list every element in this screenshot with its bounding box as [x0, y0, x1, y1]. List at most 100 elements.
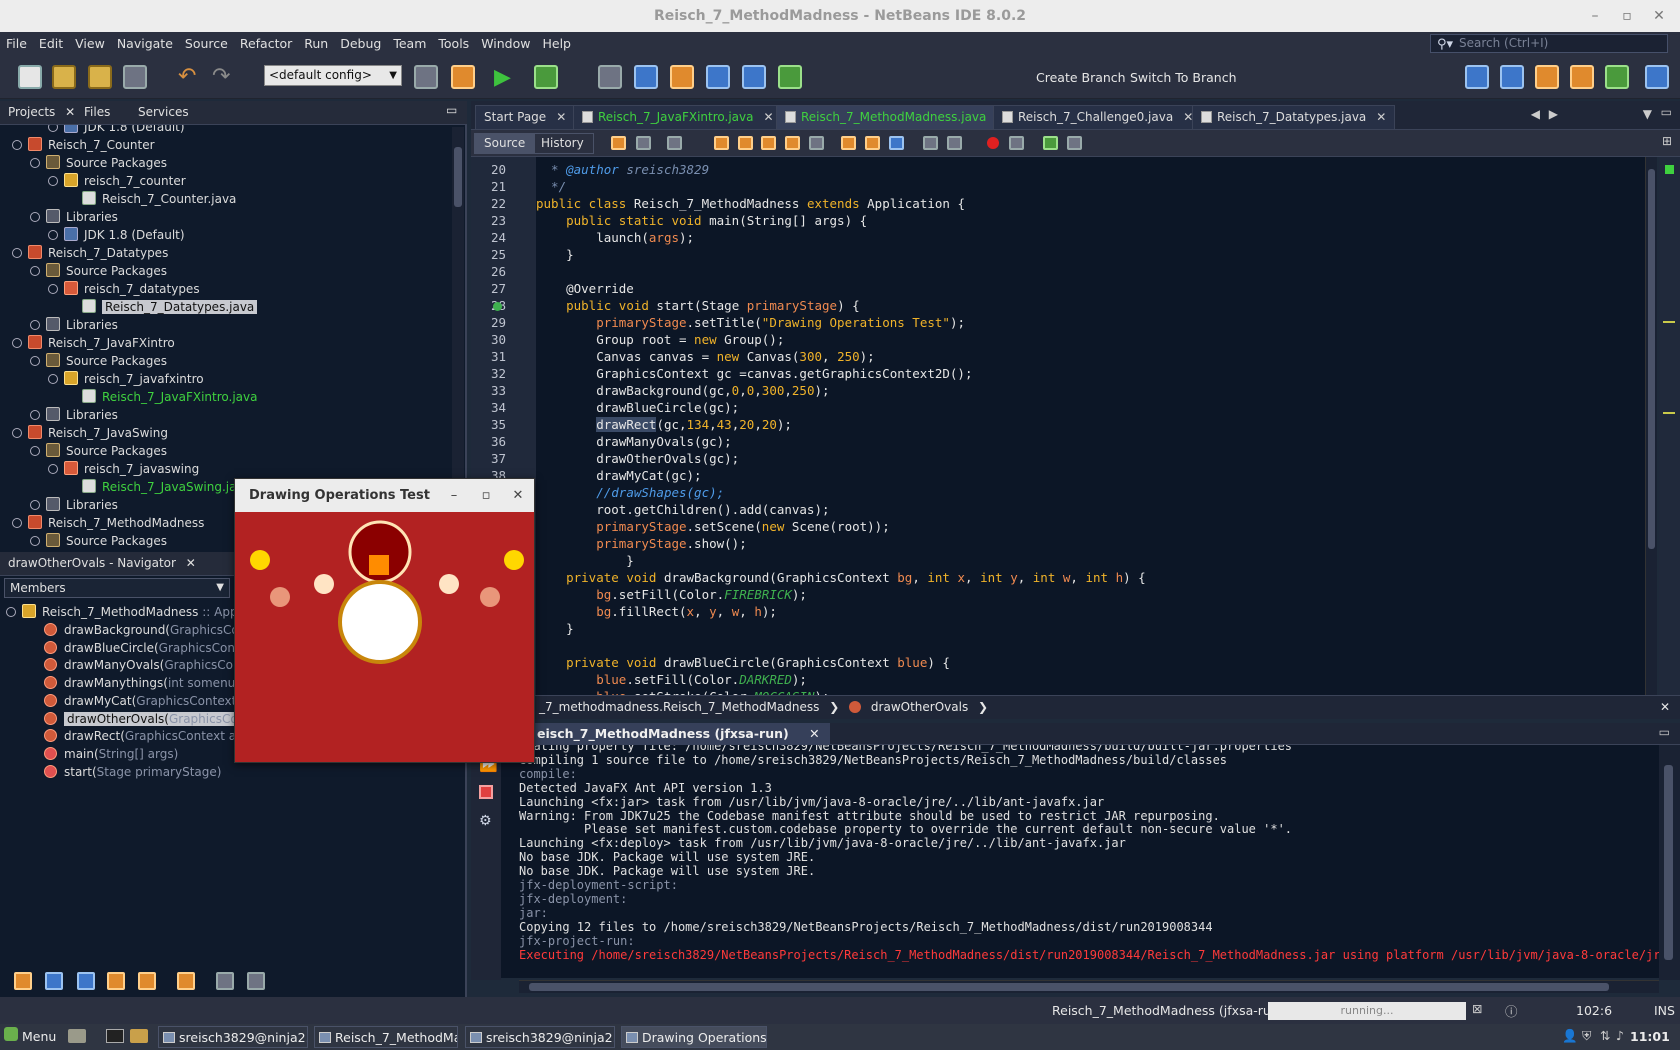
member-item[interactable]: drawOtherOvals(GraphicsCo [44, 710, 241, 728]
expand-toggle-icon[interactable] [12, 248, 22, 258]
volume-icon[interactable]: ♪ [1616, 1028, 1624, 1043]
expand-toggle-icon[interactable] [12, 140, 22, 150]
toggle-highlight-icon[interactable] [785, 136, 800, 150]
member-item[interactable]: drawManyOvals(GraphicsCon [44, 656, 241, 674]
tree-item[interactable]: Libraries [30, 496, 118, 514]
expand-toggle-icon[interactable] [30, 320, 40, 330]
tree-item[interactable]: Source Packages [30, 532, 167, 550]
expand-toggle-icon[interactable] [30, 212, 40, 222]
taskbar-item-drawing[interactable]: Drawing Operations... [621, 1026, 767, 1048]
breadcrumb-method[interactable]: drawOtherOvals [871, 700, 968, 714]
tree-item[interactable]: Source Packages [30, 442, 167, 460]
override-annotation-icon[interactable] [493, 302, 502, 311]
git-settings-icon[interactable] [1535, 65, 1559, 89]
menu-refactor[interactable]: Refactor [234, 32, 298, 56]
editor-tab[interactable]: Reisch_7_JavaFXintro.java ✕ [573, 105, 783, 129]
tree-item[interactable]: JDK 1.8 (Default) [48, 125, 185, 136]
git-push-icon[interactable] [742, 65, 766, 89]
sort-by-name-icon[interactable] [14, 972, 32, 990]
folder-icon[interactable] [130, 1029, 148, 1043]
git-pull-icon[interactable] [1605, 65, 1629, 89]
fx-maximize-button[interactable]: ▫ [476, 479, 496, 512]
menu-navigate[interactable]: Navigate [111, 32, 179, 56]
stop-macro-icon[interactable] [1009, 136, 1024, 150]
member-item[interactable]: drawBlueCircle(GraphicsCont [44, 639, 240, 657]
split-editor-icon[interactable]: ⊞ [1662, 134, 1672, 148]
breadcrumb-class[interactable]: _7_methodmadness.Reisch_7_MethodMadness [539, 700, 819, 714]
output-hscroll[interactable] [519, 980, 1659, 993]
editor-scrollbar[interactable] [1645, 157, 1657, 695]
toggle-bookmark-icon[interactable] [889, 136, 904, 150]
taskbar-item-netbeans[interactable]: Reisch_7_MethodMa... [314, 1026, 458, 1048]
members-filter-select[interactable]: Members ▼ [4, 578, 230, 598]
settings-icon[interactable]: ⚙ [479, 813, 492, 829]
tree-item[interactable]: Source Packages [30, 352, 167, 370]
run-icon[interactable]: ▶ [494, 65, 511, 90]
navigator-class-row[interactable]: Reisch_7_MethodMadness :: App [6, 603, 238, 621]
fx-close-button[interactable]: ✕ [508, 479, 528, 512]
member-item[interactable]: drawBackground(GraphicsCo [44, 621, 239, 639]
fx-minimize-button[interactable]: – [444, 479, 464, 512]
member-item[interactable]: drawManythings(int somenu [44, 674, 235, 692]
menu-debug[interactable]: Debug [334, 32, 387, 56]
show-non-public-icon[interactable] [107, 972, 125, 990]
git-log-icon[interactable] [778, 65, 802, 89]
close-icon[interactable]: ✕ [1376, 110, 1386, 124]
save-all-icon[interactable] [123, 65, 147, 89]
tab-list-icon[interactable]: ▼ [1643, 107, 1652, 121]
tree-item[interactable]: Libraries [30, 208, 118, 226]
tree-item[interactable]: reisch_7_javafxintro [48, 370, 204, 388]
profile-icon[interactable] [598, 65, 622, 89]
tree-item[interactable]: Reisch_7_Datatypes [12, 244, 168, 262]
create-branch-button[interactable]: Create Branch [1036, 70, 1126, 85]
tree-item[interactable]: Reisch_7_Counter.java [66, 190, 236, 208]
tree-item[interactable]: JDK 1.8 (Default) [48, 226, 185, 244]
expand-toggle-icon[interactable] [48, 464, 58, 474]
output-console[interactable]: pdating property file: /home/sreisch3829… [501, 745, 1659, 978]
inspect-icon[interactable] [634, 65, 658, 89]
tree-item[interactable]: Reisch_7_Datatypes.java [66, 298, 258, 316]
stop-icon[interactable] [479, 785, 493, 799]
forward-icon[interactable] [667, 136, 682, 150]
editor-tab[interactable]: Start Page ✕ [475, 105, 576, 129]
menu-run[interactable]: Run [298, 32, 334, 56]
show-static-icon[interactable] [77, 972, 95, 990]
back-icon[interactable] [636, 136, 651, 150]
show-inherited-icon[interactable] [138, 972, 156, 990]
new-file-icon[interactable] [18, 65, 42, 89]
git-add-icon[interactable] [1500, 65, 1524, 89]
expand-toggle-icon[interactable] [48, 125, 58, 132]
member-item[interactable]: drawMyCat(GraphicsContext [44, 692, 236, 710]
tree-item[interactable]: reisch_7_javaswing [48, 460, 199, 478]
expand-toggle-icon[interactable] [30, 500, 40, 510]
tree-item[interactable]: Reisch_7_JavaFXintro [12, 334, 175, 352]
git-merge-icon[interactable] [1570, 65, 1594, 89]
shift-right-icon[interactable] [947, 136, 962, 150]
tree-item[interactable]: Reisch_7_JavaSwing.ja [66, 478, 236, 496]
scroll-tabs-right-icon[interactable]: ▶ [1549, 107, 1558, 121]
tree-item[interactable]: Source Packages [30, 154, 167, 172]
comment-icon[interactable] [1043, 136, 1058, 150]
switch-branch-button[interactable]: Switch To Branch [1130, 70, 1237, 85]
member-item[interactable]: start(Stage primaryStage) [44, 763, 221, 781]
tab-navigator[interactable]: drawOtherOvals - Navigator ✕ [8, 556, 196, 570]
tree-item[interactable]: Libraries [30, 316, 118, 334]
tree-item[interactable]: Source Packages [30, 262, 167, 280]
editor-tab[interactable]: Reisch_7_Datatypes.java ✕ [1192, 105, 1396, 129]
expand-toggle-icon[interactable] [48, 374, 58, 384]
git-fetch-icon[interactable] [706, 65, 730, 89]
history-tab[interactable]: History [531, 133, 594, 154]
taskbar-item-terminal-2[interactable]: sreisch3829@ninja2... [465, 1026, 615, 1048]
expand-toggle-icon[interactable] [30, 356, 40, 366]
last-edit-icon[interactable] [611, 136, 626, 150]
clean-build-icon[interactable] [451, 65, 475, 89]
shield-icon[interactable]: ⛨ [1582, 1028, 1591, 1044]
drawing-operations-window[interactable]: Drawing Operations Test – ▫ ✕ [234, 478, 535, 763]
maximize-editor-icon[interactable]: ▭ [1661, 105, 1672, 119]
expand-toggle-icon[interactable] [30, 410, 40, 420]
sort-source-icon[interactable] [216, 972, 234, 990]
tree-item[interactable]: Reisch_7_MethodMadness [12, 514, 204, 532]
minimize-button[interactable]: – [1580, 0, 1610, 32]
show-fields-icon[interactable] [45, 972, 63, 990]
menu-edit[interactable]: Edit [33, 32, 69, 56]
